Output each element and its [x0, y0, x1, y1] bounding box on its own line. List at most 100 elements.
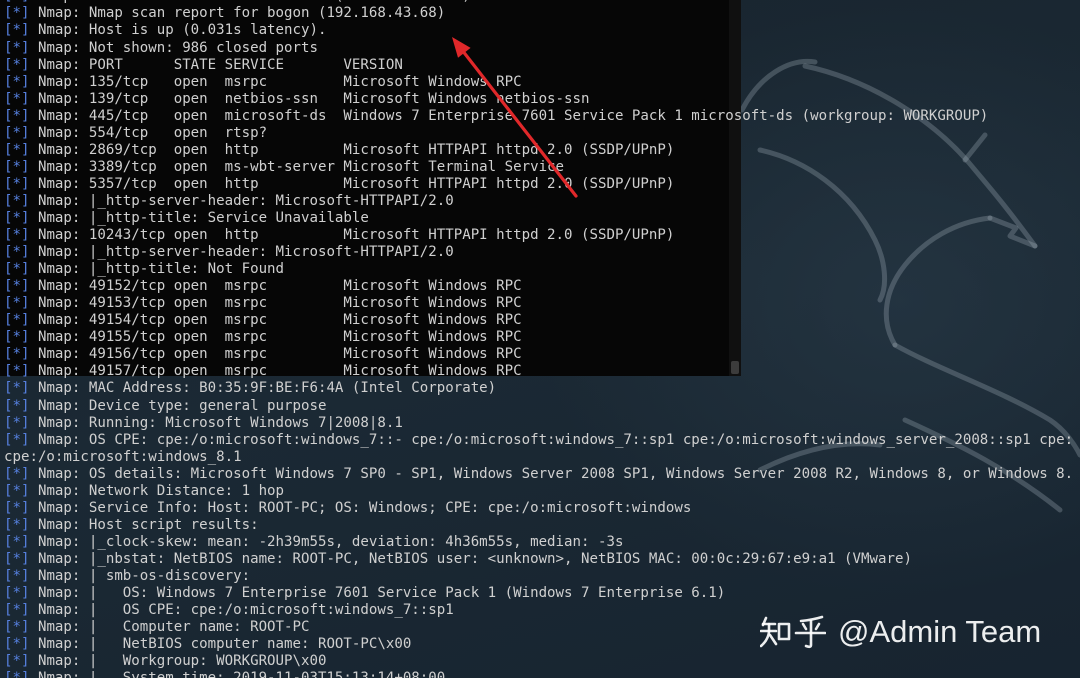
terminal-line: [*] Nmap: 49156/tcp open msrpc Microsoft …	[4, 346, 1080, 363]
status-prefix: [*]	[4, 602, 30, 619]
line-text: Nmap: Nmap scan report for bogon (192.16…	[37, 5, 446, 22]
terminal-line: cpe:/o:microsoft:windows_8.1	[4, 449, 1080, 466]
status-prefix: [*]	[4, 295, 30, 312]
line-text: Nmap: 49156/tcp open msrpc Microsoft Win…	[37, 346, 522, 363]
status-prefix: [*]	[4, 175, 30, 192]
terminal-line: [*] Nmap: Host is up (0.031s latency).	[4, 22, 1080, 39]
line-text: Nmap: | System time: 2019-11-03T15:13:14…	[38, 670, 445, 678]
line-text: Nmap: Host script results:	[37, 516, 259, 533]
status-prefix: [*]	[4, 533, 30, 550]
line-text: Nmap: 135/tcp open msrpc Microsoft Windo…	[37, 73, 522, 90]
line-text: Nmap: | Computer name: ROOT-PC	[37, 619, 310, 636]
terminal-line: [*] Nmap: |_clock-skew: mean: -2h39m55s, …	[4, 534, 1080, 551]
terminal-line: [*] Nmap: |_nbstat: NetBIOS name: ROOT-PC…	[4, 551, 1080, 568]
status-prefix: [*]	[4, 567, 30, 584]
line-text: Nmap: | Workgroup: WORKGROUP\x00	[37, 653, 327, 670]
line-text: Nmap: 49157/tcp open msrpc Microsoft Win…	[37, 363, 522, 380]
terminal-line: [*] Nmap: OS details: Microsoft Windows 7…	[4, 466, 1080, 483]
line-text: Nmap: 49155/tcp open msrpc Microsoft Win…	[37, 329, 522, 346]
watermark: @Admin Team	[760, 612, 1060, 652]
status-prefix: [*]	[4, 210, 30, 226]
terminal-line: [*] Nmap: |_http-server-header: Microsoft…	[4, 244, 1080, 261]
terminal-line: [*] Nmap: 2869/tcp open http Microsoft HT…	[4, 142, 1080, 159]
line-text: Nmap: 139/tcp open netbios-ssn Microsoft…	[37, 90, 590, 107]
status-prefix: [*]	[4, 124, 30, 141]
line-text: Nmap: Host is up (0.031s latency).	[37, 22, 327, 39]
status-prefix: [*]	[4, 158, 30, 175]
zhihu-logo	[760, 615, 826, 649]
terminal-line: [*] Nmap: 554/tcp open rtsp?	[4, 125, 1080, 142]
logo-glyphs	[760, 615, 826, 649]
terminal-line: [*] Nmap: OS CPE: cpe:/o:microsoft:window…	[4, 432, 1080, 449]
line-text: Nmap: Not shown: 986 closed ports	[37, 39, 318, 56]
status-prefix: [*]	[4, 380, 30, 397]
line-text: Nmap: 445/tcp open microsoft-ds Windows …	[37, 107, 989, 124]
line-text: Nmap: OS details: Microsoft Windows 7 SP…	[37, 465, 1074, 482]
status-prefix: [*]	[4, 465, 30, 482]
status-prefix: [*]	[4, 312, 30, 329]
status-prefix: [*]	[4, 5, 30, 22]
terminal-line: [*] Nmap: 10243/tcp open http Microsoft H…	[4, 227, 1080, 244]
status-prefix: [*]	[4, 227, 30, 244]
terminal-line: [*] Nmap: MAC Address: B0:35:9F:BE:F6:4A …	[4, 380, 1080, 397]
line-text: Nmap: 554/tcp open rtsp?	[37, 124, 268, 141]
line-text: Nmap: | OS: Windows 7 Enterprise 7601 Se…	[37, 585, 726, 602]
line-text: Nmap: MAC Address: B0:35:9F:BE:F6:4A (In…	[37, 380, 497, 397]
line-text: Nmap: 5357/tcp open http Microsoft HTTPA…	[37, 175, 675, 192]
terminal-line: [*] Nmap: 135/tcp open msrpc Microsoft Wi…	[4, 74, 1080, 91]
terminal-lines: [*] Nmap: 1 16.72 ms DESKTOP-65TL27K (192…	[4, 0, 1080, 678]
status-prefix: [*]	[4, 73, 30, 90]
terminal-line: [*] Nmap: | System time: 2019-11-03T15:13…	[4, 670, 1080, 678]
line-text: Nmap: Service Info: Host: ROOT-PC; OS: W…	[37, 499, 692, 516]
status-prefix: [*]	[4, 346, 30, 363]
terminal-line: [*] Nmap: Not shown: 986 closed ports	[4, 40, 1080, 57]
status-prefix: [*]	[4, 414, 30, 431]
terminal-line: [*] Nmap: 49157/tcp open msrpc Microsoft …	[4, 363, 1080, 380]
terminal-line: [*] Nmap: Device type: general purpose	[4, 398, 1080, 415]
status-prefix: [*]	[4, 653, 30, 670]
status-prefix: [*]	[4, 244, 30, 261]
terminal-line: [*] Nmap: |_http-server-header: Microsoft…	[4, 193, 1080, 210]
line-text: Nmap: | smb-os-discovery:	[37, 567, 251, 584]
terminal-line: [*] Nmap: 49153/tcp open msrpc Microsoft …	[4, 295, 1080, 312]
status-prefix: [*]	[4, 39, 30, 56]
line-text: Nmap: 49153/tcp open msrpc Microsoft Win…	[37, 295, 522, 312]
terminal-line: [*] Nmap: Host script results:	[4, 517, 1080, 534]
status-prefix: [*]	[4, 550, 30, 567]
status-prefix: [*]	[4, 670, 29, 678]
line-text: Nmap: |_http-title: Service Unavailable	[37, 210, 369, 226]
line-text: Nmap: | OS CPE: cpe:/o:microsoft:windows…	[37, 602, 454, 619]
terminal-line: [*] Nmap: | smb-os-discovery:	[4, 568, 1080, 585]
watermark-handle: @Admin Team	[838, 614, 1042, 649]
terminal-output: [*] Nmap: 1 16.72 ms DESKTOP-65TL27K (192…	[4, 0, 1080, 678]
status-prefix: [*]	[4, 107, 30, 124]
line-text: Nmap: |_nbstat: NetBIOS name: ROOT-PC, N…	[37, 550, 912, 567]
line-text: Nmap: 49152/tcp open msrpc Microsoft Win…	[37, 278, 522, 295]
line-text: Nmap: |_clock-skew: mean: -2h39m55s, dev…	[37, 533, 624, 550]
status-prefix: [*]	[4, 329, 30, 346]
line-text: Nmap: PORT STATE SERVICE VERSION	[37, 56, 403, 73]
line-text: Nmap: 2869/tcp open http Microsoft HTTPA…	[37, 141, 675, 158]
status-prefix: [*]	[4, 56, 30, 73]
status-prefix: [*]	[4, 482, 30, 499]
line-text: Nmap: Device type: general purpose	[37, 397, 327, 414]
line-text: Nmap: |_http-server-header: Microsoft-HT…	[37, 192, 454, 209]
status-prefix: [*]	[4, 516, 30, 533]
line-text: Nmap: 3389/tcp open ms-wbt-server Micros…	[37, 158, 565, 175]
status-prefix: [*]	[4, 141, 30, 158]
terminal-line: [*] Nmap: 49155/tcp open msrpc Microsoft …	[4, 329, 1080, 346]
terminal-line: [*] Nmap: 5357/tcp open http Microsoft HT…	[4, 176, 1080, 193]
line-text: Nmap: Network Distance: 1 hop	[37, 482, 285, 499]
status-prefix: [*]	[4, 278, 30, 295]
terminal-line: [*] Nmap: 3389/tcp open ms-wbt-server Mic…	[4, 159, 1080, 176]
terminal-line: [*] Nmap: 49152/tcp open msrpc Microsoft …	[4, 278, 1080, 295]
line-text: Nmap: 1 16.72 ms DESKTOP-65TL27K (192.16…	[38, 0, 471, 4]
terminal-line: [*] Nmap: 139/tcp open netbios-ssn Micros…	[4, 91, 1080, 108]
status-prefix: [*]	[4, 585, 30, 602]
status-prefix: [*]	[4, 22, 30, 39]
line-text: Nmap: | NetBIOS computer name: ROOT-PC\x…	[37, 636, 412, 653]
status-prefix: [*]	[4, 90, 30, 107]
terminal-line: [*] Nmap: | OS: Windows 7 Enterprise 7601…	[4, 585, 1080, 602]
status-prefix: [*]	[4, 431, 30, 448]
terminal-line: [*] Nmap: Nmap scan report for bogon (192…	[4, 5, 1080, 22]
